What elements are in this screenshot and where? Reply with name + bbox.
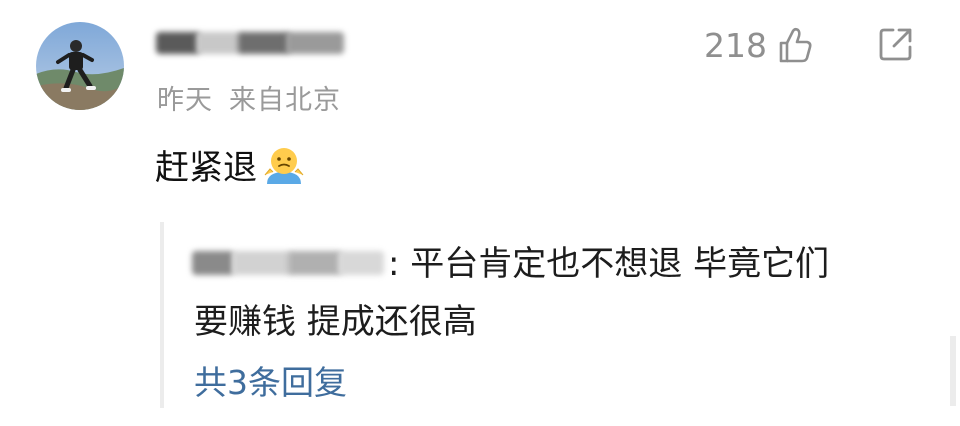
- comment-body: 赶紧退: [155, 148, 257, 188]
- like-count: 218: [704, 25, 767, 65]
- redaction-block: [232, 250, 292, 275]
- username-redacted[interactable]: [156, 24, 346, 64]
- redaction-block: [338, 250, 384, 275]
- comment-location: 来自北京: [229, 85, 341, 116]
- view-replies-link[interactable]: 共3条回复: [194, 356, 347, 404]
- reply-username-redacted[interactable]: [192, 241, 388, 281]
- share-icon[interactable]: [876, 24, 916, 64]
- comment-card: 昨天 来自北京 218 赶紧退: 平台肯定也不想退 毕竟它们 要赚钱 提成还很…: [0, 0, 960, 426]
- like-button[interactable]: 218: [704, 22, 813, 68]
- thumb-up-icon: [779, 27, 812, 63]
- scroll-edge: [950, 336, 956, 406]
- shrug-emoji-icon: [264, 147, 304, 184]
- reply-preview[interactable]: : 平台肯定也不想退 毕竟它们 要赚钱 提成还很高 共3条回复: [160, 222, 924, 408]
- reply-text-line1: : 平台肯定也不想退 毕竟它们: [388, 244, 830, 284]
- avatar[interactable]: [36, 22, 124, 110]
- redaction-block: [156, 32, 200, 54]
- redaction-block: [288, 250, 342, 275]
- reply-text-line2: 要赚钱 提成还很高: [194, 302, 477, 342]
- avatar-photo: [36, 22, 124, 110]
- redaction-block: [192, 250, 234, 275]
- redaction-block: [286, 32, 344, 54]
- comment-meta: 昨天 来自北京: [157, 78, 341, 117]
- comment-time: 昨天: [157, 85, 213, 116]
- redaction-block: [196, 32, 242, 54]
- reply-first-line: : 平台肯定也不想退 毕竟它们: [192, 236, 829, 285]
- redaction-block: [238, 32, 290, 54]
- comment-text: 赶紧退: [155, 140, 307, 189]
